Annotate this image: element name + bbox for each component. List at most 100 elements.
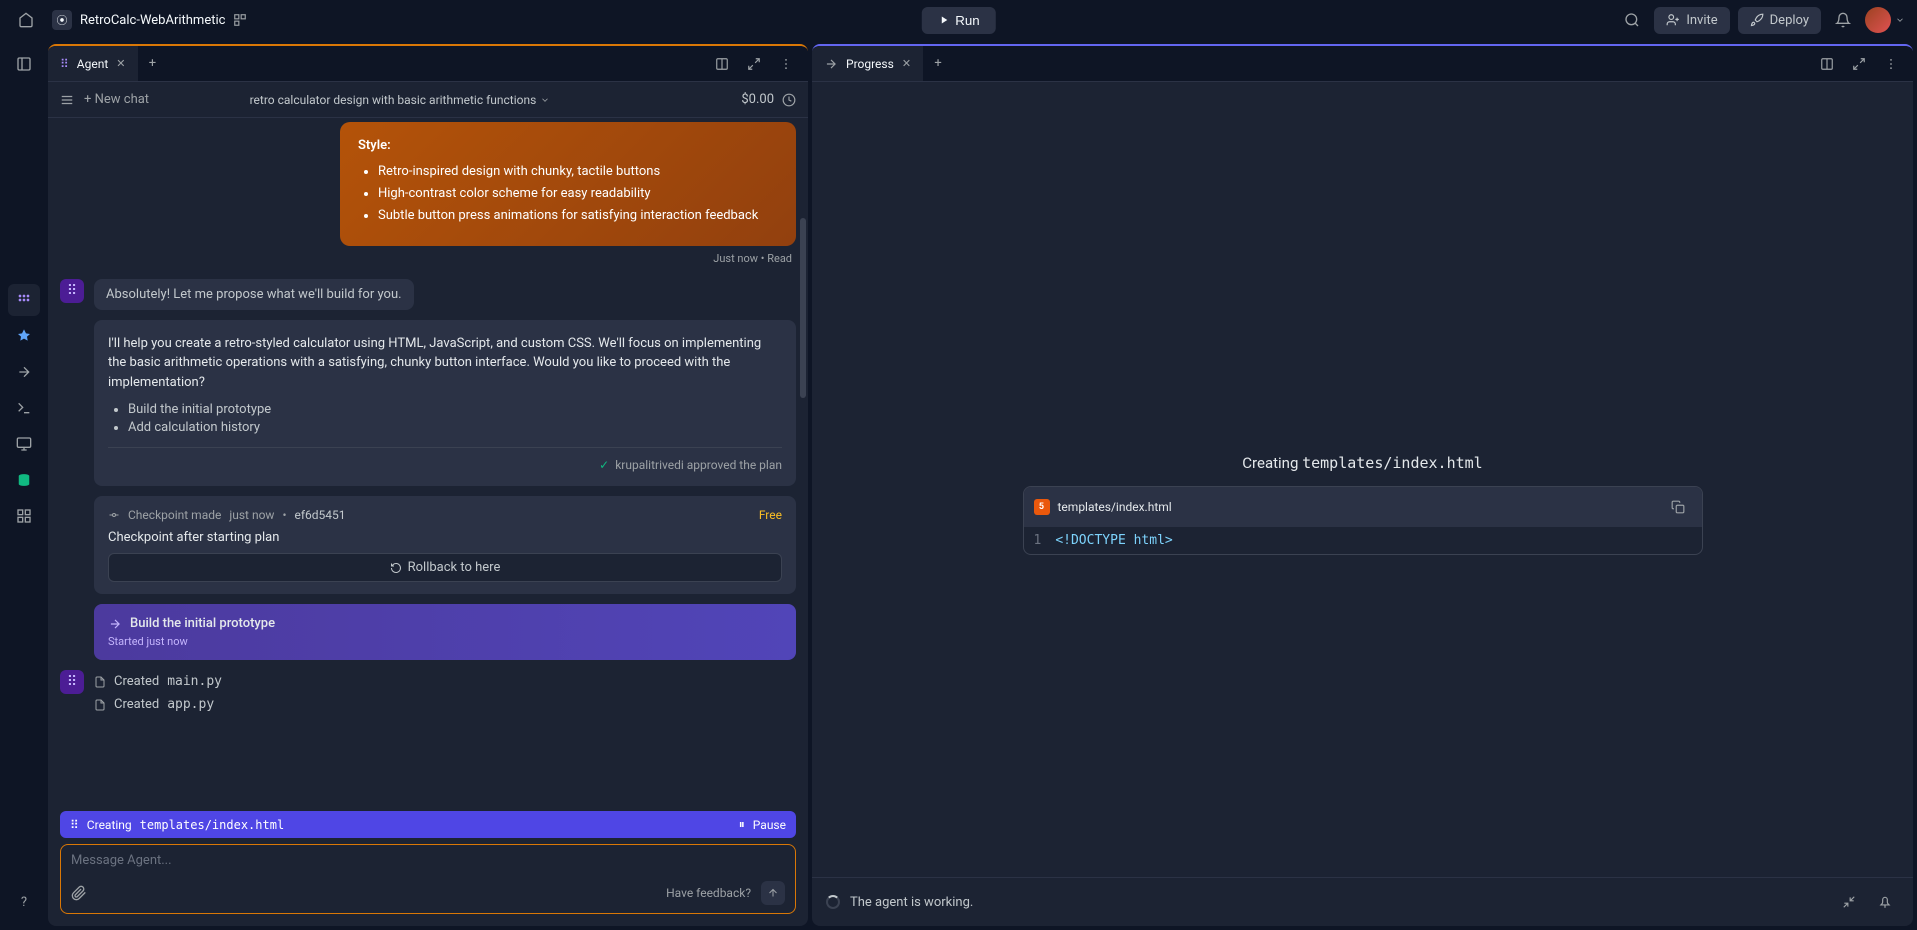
sidebar-database-icon[interactable] xyxy=(8,464,40,496)
line-number: 1 xyxy=(1034,533,1042,548)
checkpoint-free: Free xyxy=(759,508,782,522)
agent-tab-icon: ⠿ xyxy=(60,57,69,71)
bell-icon[interactable] xyxy=(1829,6,1857,34)
agent-plan-card: I'll help you create a retro-styled calc… xyxy=(94,320,796,487)
split-icon[interactable] xyxy=(1813,50,1841,78)
sidebar-assistant-icon[interactable] xyxy=(8,320,40,352)
code-file-path: templates/index.html xyxy=(1058,500,1172,514)
creating-file: templates/index.html xyxy=(140,818,285,832)
pause-button[interactable]: Pause xyxy=(753,818,786,832)
task-sub-label: Started just now xyxy=(108,635,782,648)
sidebar-preview-icon[interactable] xyxy=(8,428,40,460)
deploy-button[interactable]: Deploy xyxy=(1738,7,1821,34)
plan-item: Add calculation history xyxy=(128,420,782,435)
progress-status: The agent is working. xyxy=(850,895,973,910)
meter-icon xyxy=(782,93,796,107)
code-body: 1 <!DOCTYPE html> xyxy=(1024,527,1702,554)
rollback-button[interactable]: Rollback to here xyxy=(108,553,782,582)
checkpoint-time: just now xyxy=(229,508,274,522)
invite-label: Invite xyxy=(1686,13,1717,28)
message-input[interactable]: Message Agent... xyxy=(71,853,785,873)
user-message: Style: Retro-inspired design with chunky… xyxy=(340,122,796,246)
sidebar-apps-icon[interactable] xyxy=(8,500,40,532)
tab-agent[interactable]: ⠿ Agent ✕ xyxy=(48,46,139,81)
split-icon[interactable] xyxy=(708,50,736,78)
plan-item: Build the initial prototype xyxy=(128,402,782,417)
chevron-down-icon xyxy=(1895,15,1905,25)
close-icon[interactable]: ✕ xyxy=(902,57,911,70)
arrow-up-icon xyxy=(767,887,779,899)
agent-plan-text: I'll help you create a retro-styled calc… xyxy=(108,334,782,393)
new-chat-button[interactable]: + New chat xyxy=(84,92,149,107)
play-icon xyxy=(937,14,949,26)
help-icon[interactable]: ? xyxy=(8,886,40,918)
send-button[interactable] xyxy=(761,881,785,905)
more-icon[interactable] xyxy=(1877,50,1905,78)
copy-icon[interactable] xyxy=(1664,493,1692,521)
attach-icon[interactable] xyxy=(71,885,87,901)
file-icon xyxy=(94,699,106,711)
sidebar: ? xyxy=(0,40,48,930)
pin-icon[interactable] xyxy=(1871,888,1899,916)
progress-footer: The agent is working. xyxy=(812,877,1913,926)
expand-icon[interactable] xyxy=(740,50,768,78)
rollback-icon xyxy=(390,562,402,574)
project-title[interactable]: ⦿ RetroCalc-WebArithmetic xyxy=(52,10,247,30)
agent-intro: Absolutely! Let me propose what we'll bu… xyxy=(94,279,414,310)
task-icon xyxy=(108,617,122,631)
user-bullet: Retro-inspired design with chunky, tacti… xyxy=(378,163,778,181)
close-icon[interactable]: ✕ xyxy=(116,57,125,70)
code-preview-card: 5 templates/index.html 1 <!DOCTYPE html> xyxy=(1023,486,1703,555)
task-title-label: Build the initial prototype xyxy=(130,616,275,631)
cost-label: $0.00 xyxy=(741,92,774,107)
created-label: Created xyxy=(114,674,159,689)
created-file: main.py xyxy=(167,674,222,689)
rocket-icon xyxy=(1750,13,1764,27)
message-meta: Just now • Read xyxy=(60,252,796,265)
tab-progress-label: Progress xyxy=(846,57,894,71)
checkpoint-desc: Checkpoint after starting plan xyxy=(108,530,782,545)
tab-progress[interactable]: Progress ✕ xyxy=(812,46,924,81)
chevron-down-icon xyxy=(540,95,550,105)
add-tab-button[interactable]: + xyxy=(139,56,167,71)
sidebar-toggle-icon[interactable] xyxy=(8,48,40,80)
thread-title[interactable]: retro calculator design with basic arith… xyxy=(250,93,551,107)
rollback-label: Rollback to here xyxy=(408,560,501,575)
created-file: app.py xyxy=(167,697,214,712)
creating-bar: ⠿ Creating templates/index.html ⏸ Pause xyxy=(60,811,796,838)
menu-icon[interactable] xyxy=(60,93,74,107)
feedback-link[interactable]: Have feedback? xyxy=(666,886,751,900)
plan-approved-label: krupalitrivedi approved the plan xyxy=(615,458,782,472)
sidebar-shell-icon[interactable] xyxy=(8,392,40,424)
html-file-icon: 5 xyxy=(1034,499,1050,515)
user-plus-icon xyxy=(1666,13,1680,27)
task-card: Build the initial prototype Started just… xyxy=(94,604,796,660)
scrollbar-thumb[interactable] xyxy=(800,218,806,398)
chat-scroll[interactable]: Style: Retro-inspired design with chunky… xyxy=(48,118,808,805)
run-button[interactable]: Run xyxy=(921,7,995,34)
sidebar-progress-icon[interactable] xyxy=(8,356,40,388)
home-icon[interactable] xyxy=(12,6,40,34)
user-msg-header: Style: xyxy=(358,138,778,153)
checkpoint-hash: ef6d5451 xyxy=(295,508,346,522)
avatar xyxy=(1865,7,1891,33)
more-icon[interactable] xyxy=(772,50,800,78)
invite-button[interactable]: Invite xyxy=(1654,7,1729,34)
created-label: Created xyxy=(114,697,159,712)
checkpoint-label: Checkpoint made xyxy=(128,508,221,522)
expand-icon[interactable] xyxy=(1845,50,1873,78)
agent-avatar-icon: ⠿ xyxy=(60,279,84,303)
sidebar-agent-icon[interactable] xyxy=(8,284,40,316)
checkpoint-card: Checkpoint made just now • ef6d5451 Free… xyxy=(94,496,796,594)
user-bullet: Subtle button press animations for satis… xyxy=(378,207,778,225)
minimize-icon[interactable] xyxy=(1835,888,1863,916)
message-input-area[interactable]: Message Agent... Have feedback? xyxy=(60,844,796,914)
user-menu[interactable] xyxy=(1865,7,1905,33)
file-icon xyxy=(94,676,106,688)
project-icon: ⦿ xyxy=(52,10,72,30)
spinner-icon: ⠿ xyxy=(70,818,79,832)
search-icon[interactable] xyxy=(1618,6,1646,34)
check-icon: ✓ xyxy=(599,458,609,472)
add-tab-button[interactable]: + xyxy=(924,56,952,71)
progress-tab-icon xyxy=(824,57,838,71)
